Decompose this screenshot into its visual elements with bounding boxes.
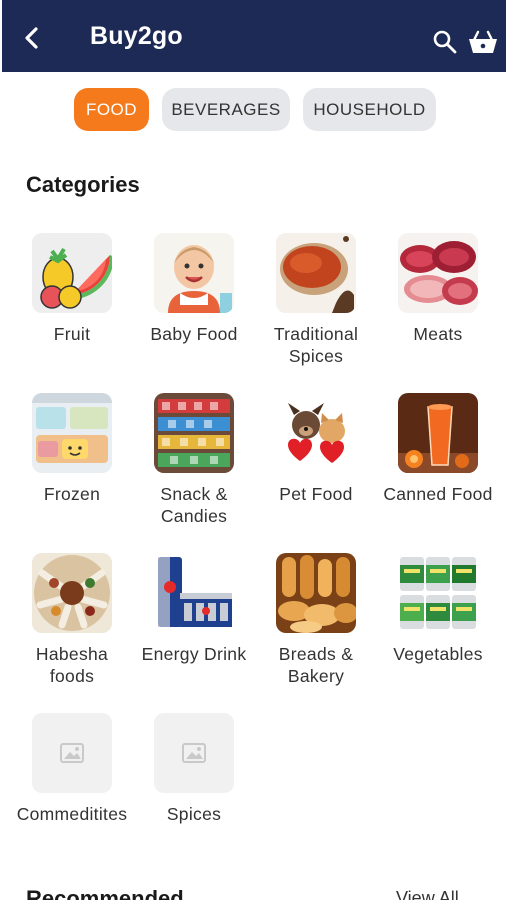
bread-icon: [276, 553, 356, 633]
view-all-link[interactable]: View All: [396, 888, 459, 900]
energy-drink-icon: [154, 553, 234, 633]
baby-food-icon: [154, 233, 234, 313]
category-frozen[interactable]: Frozen: [11, 393, 133, 505]
fruit-icon: [32, 233, 112, 313]
image-placeholder-icon: [154, 713, 234, 793]
category-label: Vegetables: [393, 644, 483, 664]
category-label: Spices: [166, 804, 222, 824]
category-breads-bakery[interactable]: Breads & Bakery: [255, 553, 377, 687]
category-tabs: FOOD BEVERAGES HOUSEHOLD: [0, 88, 508, 132]
category-vegetables[interactable]: Vegetables: [377, 553, 499, 665]
category-canned-food[interactable]: Canned Food: [377, 393, 499, 505]
category-label: Commeditites: [16, 804, 128, 824]
meats-icon: [398, 233, 478, 313]
snack-icon: [154, 393, 234, 473]
category-baby-food[interactable]: Baby Food: [133, 233, 255, 345]
category-label: Baby Food: [150, 324, 238, 344]
category-traditional-spices[interactable]: Traditional Spices: [255, 233, 377, 367]
frozen-icon: [32, 393, 112, 473]
tab-food[interactable]: FOOD: [74, 88, 149, 131]
pet-food-icon: [276, 393, 356, 473]
app-title: Buy2go: [90, 22, 183, 50]
app-bar: Buy2go: [2, 0, 506, 72]
search-icon[interactable]: [432, 29, 458, 55]
tab-household[interactable]: HOUSEHOLD: [303, 88, 436, 131]
category-label: Canned Food: [383, 484, 493, 504]
category-label: Traditional Spices: [273, 324, 359, 366]
basket-icon[interactable]: [468, 29, 498, 55]
category-label: Habesha foods: [35, 644, 109, 686]
canned-food-icon: [398, 393, 478, 473]
category-label: Energy Drink: [141, 644, 247, 664]
category-label: Fruit: [53, 324, 91, 344]
categories-title: Categories: [26, 172, 140, 197]
category-label: Frozen: [43, 484, 101, 504]
category-energy-drink[interactable]: Energy Drink: [133, 553, 255, 665]
category-label: Snack & Candies: [160, 484, 228, 526]
tab-beverages[interactable]: BEVERAGES: [162, 88, 290, 131]
category-meats[interactable]: Meats: [377, 233, 499, 345]
image-placeholder-icon: [32, 713, 112, 793]
category-spices[interactable]: Spices: [133, 713, 255, 825]
category-fruit[interactable]: Fruit: [11, 233, 133, 345]
category-pet-food[interactable]: Pet Food: [255, 393, 377, 505]
category-snack-candies[interactable]: Snack & Candies: [133, 393, 255, 527]
category-habesha-foods[interactable]: Habesha foods: [11, 553, 133, 687]
habesha-icon: [32, 553, 112, 633]
category-label: Meats: [413, 324, 463, 344]
spices-icon: [276, 233, 356, 313]
category-commeditites[interactable]: Commeditites: [11, 713, 133, 825]
vegetables-icon: [398, 553, 478, 633]
category-label: Breads & Bakery: [278, 644, 354, 686]
category-label: Pet Food: [279, 484, 353, 504]
back-arrow-icon[interactable]: [18, 24, 46, 52]
recommended-title: Recommended: [26, 886, 184, 900]
